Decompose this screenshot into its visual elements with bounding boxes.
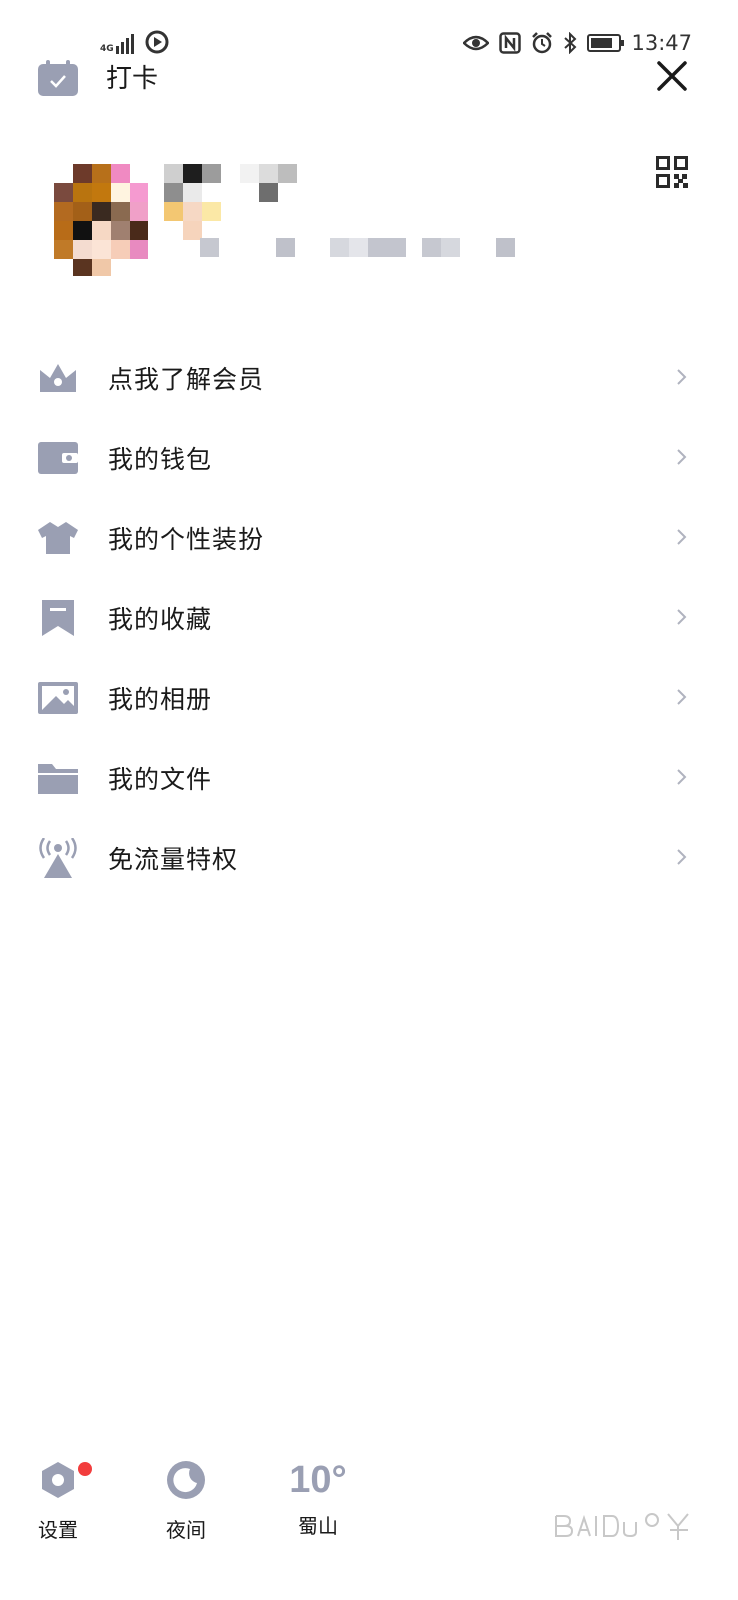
- gear-icon: [42, 1462, 74, 1498]
- status-right: 13:47: [463, 31, 692, 55]
- menu-label: 我的收藏: [108, 605, 213, 634]
- settings-button[interactable]: 设置: [36, 1460, 80, 1543]
- battery-level: [591, 38, 613, 48]
- signature-blurred: [200, 238, 530, 262]
- moon-clock-icon: [167, 1461, 205, 1499]
- alarm-icon: [532, 32, 553, 54]
- chevron-right-icon: [677, 689, 687, 705]
- chevron-right-icon: [677, 529, 687, 545]
- play-icon: [145, 30, 169, 54]
- network-type: 4G: [100, 44, 114, 54]
- close-icon[interactable]: [652, 56, 692, 96]
- weather-temperature: 10°: [289, 1459, 347, 1501]
- chevron-right-icon: [677, 369, 687, 385]
- menu-label: 我的相册: [108, 685, 213, 714]
- bluetooth-icon: [564, 32, 577, 54]
- menu-item-membership[interactable]: 点我了解会员: [0, 338, 738, 418]
- menu-item-personalization[interactable]: 我的个性装扮: [0, 498, 738, 578]
- menu-label: 免流量特权: [108, 845, 239, 874]
- photo-icon: [38, 682, 78, 714]
- broadcast-tower-icon: [39, 838, 77, 878]
- chevron-right-icon: [677, 769, 687, 785]
- chevron-right-icon: [677, 849, 687, 865]
- username-blurred: [164, 164, 304, 244]
- battery-icon: [587, 34, 625, 52]
- eye-icon: [463, 35, 490, 51]
- tshirt-icon: [38, 522, 78, 554]
- menu-item-favorites[interactable]: 我的收藏: [0, 578, 738, 658]
- baidu-jingyan-watermark: [555, 1513, 689, 1540]
- night-mode-button[interactable]: 夜间: [164, 1460, 208, 1543]
- crown-icon: [40, 364, 76, 392]
- chevron-right-icon: [677, 449, 687, 465]
- bookmark-icon: [42, 600, 74, 636]
- chevron-right-icon: [677, 609, 687, 625]
- settings-label: 设置: [38, 1518, 78, 1542]
- wallet-icon: [38, 442, 78, 474]
- menu-label: 点我了解会员: [108, 365, 265, 394]
- clock: 13:47: [631, 31, 692, 55]
- nfc-icon: [499, 32, 522, 54]
- qr-code-icon[interactable]: [656, 156, 688, 188]
- calendar-check-icon[interactable]: [38, 60, 78, 96]
- menu-label: 我的文件: [108, 765, 213, 794]
- menu-item-album[interactable]: 我的相册: [0, 658, 738, 738]
- checkin-label[interactable]: 打卡: [106, 58, 158, 95]
- weather-location: 蜀山: [298, 1514, 338, 1538]
- menu-label: 我的钱包: [108, 445, 213, 474]
- menu-item-wallet[interactable]: 我的钱包: [0, 418, 738, 498]
- avatar[interactable]: [54, 164, 148, 276]
- menu-item-files[interactable]: 我的文件: [0, 738, 738, 818]
- folder-icon: [38, 764, 78, 794]
- weather-widget[interactable]: 10° 蜀山: [288, 1460, 348, 1539]
- status-left: 4G: [100, 30, 170, 54]
- menu-label: 我的个性装扮: [108, 525, 265, 554]
- menu-item-free-data[interactable]: 免流量特权: [0, 818, 738, 898]
- signal-icon: [116, 32, 134, 54]
- notification-dot: [78, 1462, 92, 1476]
- night-label: 夜间: [166, 1518, 206, 1542]
